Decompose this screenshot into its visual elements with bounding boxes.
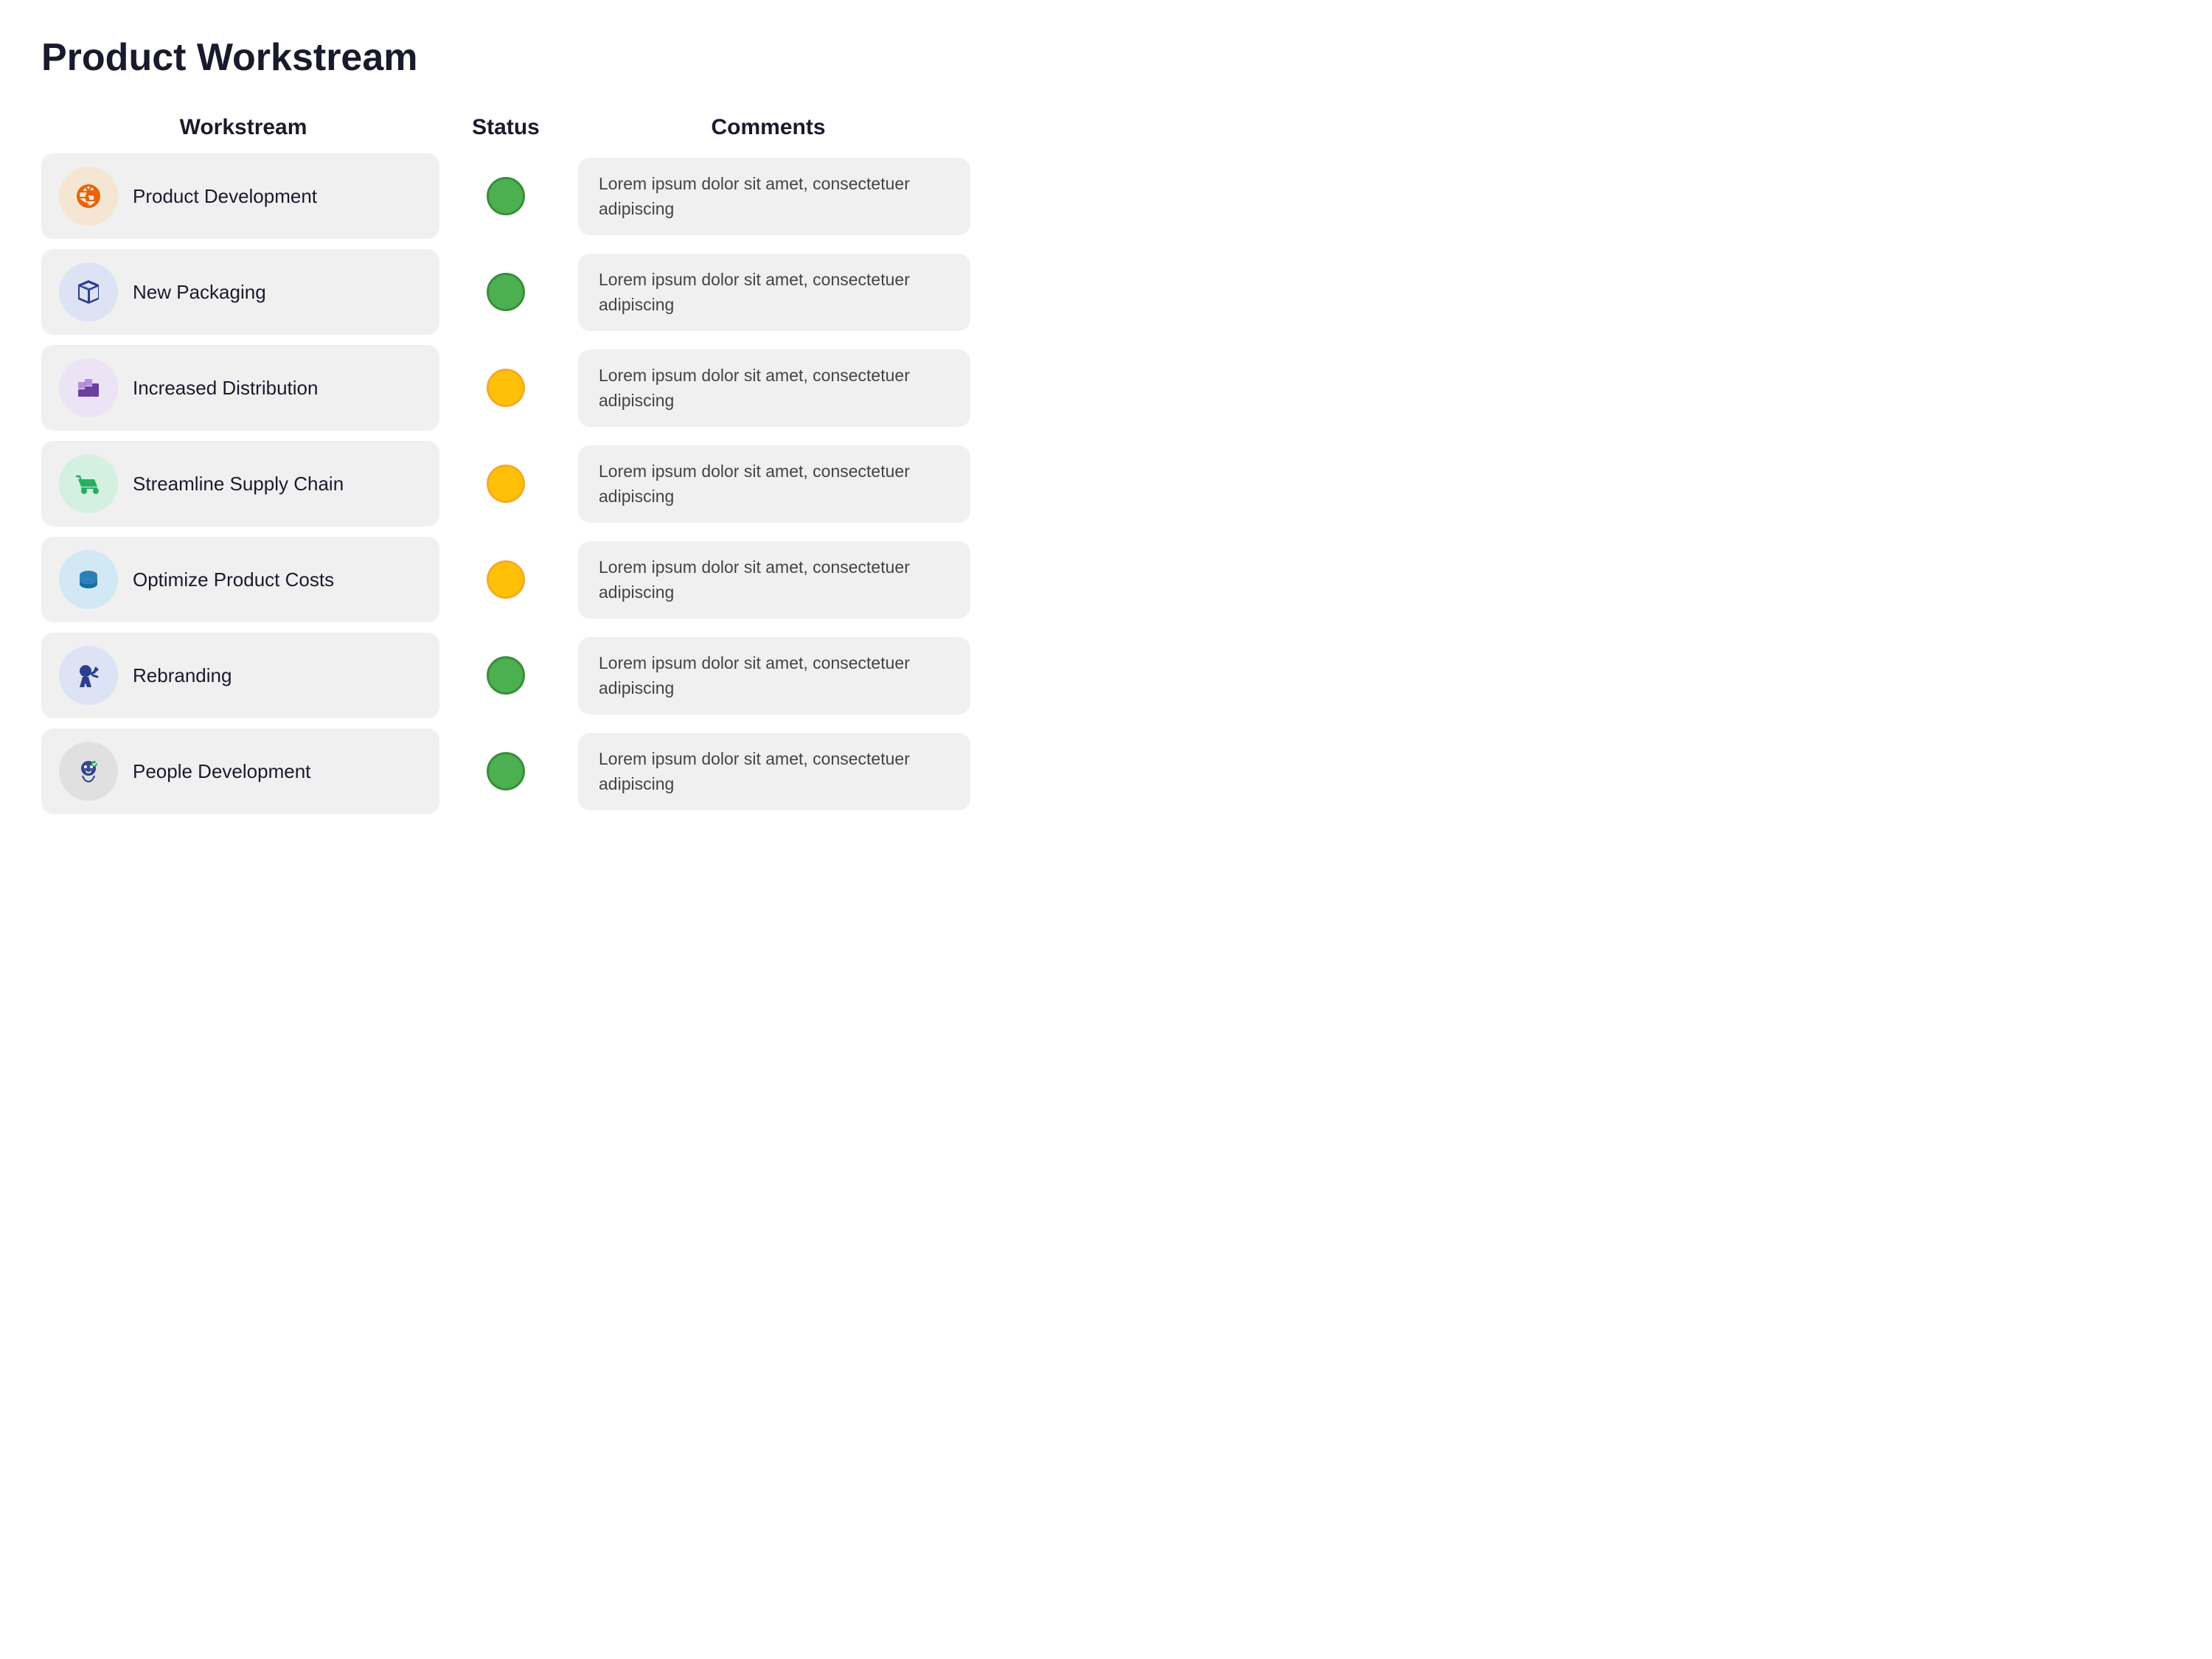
table-header: Workstream Status Comments <box>41 115 970 140</box>
workstream-cell-product-development: Product Development <box>41 153 439 239</box>
comments-text-product-development: Lorem ipsum dolor sit amet, consectetuer… <box>599 171 950 222</box>
comments-cell-streamline-supply-chain: Lorem ipsum dolor sit amet, consectetuer… <box>578 445 970 523</box>
comments-cell-optimize-product-costs: Lorem ipsum dolor sit amet, consectetuer… <box>578 541 970 619</box>
workstream-label-streamline-supply-chain: Streamline Supply Chain <box>133 473 344 495</box>
status-dot-streamline-supply-chain <box>487 465 525 503</box>
workstream-label-people-development: People Development <box>133 760 310 783</box>
table-row-increased-distribution: Increased Distribution Lorem ipsum dolor… <box>41 345 970 431</box>
table-row-streamline-supply-chain: Streamline Supply Chain Lorem ipsum dolo… <box>41 441 970 526</box>
table-row-new-packaging: New Packaging Lorem ipsum dolor sit amet… <box>41 249 970 335</box>
table-row-people-development: People Development Lorem ipsum dolor sit… <box>41 728 970 814</box>
icon-rebranding <box>59 646 118 705</box>
workstream-cell-people-development: People Development <box>41 728 439 814</box>
workstream-label-rebranding: Rebranding <box>133 664 232 687</box>
table-row-optimize-product-costs: Optimize Product Costs Lorem ipsum dolor… <box>41 537 970 622</box>
header-workstream: Workstream <box>47 115 439 140</box>
icon-streamline-supply-chain <box>59 454 118 513</box>
workstream-label-optimize-product-costs: Optimize Product Costs <box>133 568 334 591</box>
icon-increased-distribution <box>59 358 118 417</box>
status-cell-streamline-supply-chain <box>439 465 572 503</box>
table-body: Product Development Lorem ipsum dolor si… <box>41 153 970 814</box>
page-title: Product Workstream <box>41 35 2171 80</box>
comments-cell-people-development: Lorem ipsum dolor sit amet, consectetuer… <box>578 733 970 810</box>
status-dot-optimize-product-costs <box>487 560 525 599</box>
status-cell-product-development <box>439 177 572 215</box>
comments-cell-new-packaging: Lorem ipsum dolor sit amet, consectetuer… <box>578 254 970 331</box>
comments-text-optimize-product-costs: Lorem ipsum dolor sit amet, consectetuer… <box>599 554 950 605</box>
icon-optimize-product-costs <box>59 550 118 609</box>
table-row-rebranding: Rebranding Lorem ipsum dolor sit amet, c… <box>41 633 970 718</box>
workstream-label-new-packaging: New Packaging <box>133 281 266 304</box>
header-comments: Comments <box>572 115 964 140</box>
workstream-cell-new-packaging: New Packaging <box>41 249 439 335</box>
comments-text-streamline-supply-chain: Lorem ipsum dolor sit amet, consectetuer… <box>599 459 950 509</box>
comments-text-increased-distribution: Lorem ipsum dolor sit amet, consectetuer… <box>599 363 950 414</box>
comments-cell-rebranding: Lorem ipsum dolor sit amet, consectetuer… <box>578 637 970 714</box>
workstream-cell-increased-distribution: Increased Distribution <box>41 345 439 431</box>
icon-people-development <box>59 742 118 801</box>
status-cell-people-development <box>439 752 572 790</box>
comments-text-people-development: Lorem ipsum dolor sit amet, consectetuer… <box>599 746 950 797</box>
status-cell-rebranding <box>439 656 572 695</box>
comments-cell-product-development: Lorem ipsum dolor sit amet, consectetuer… <box>578 158 970 235</box>
status-dot-rebranding <box>487 656 525 695</box>
workstream-label-product-development: Product Development <box>133 185 317 208</box>
workstream-cell-optimize-product-costs: Optimize Product Costs <box>41 537 439 622</box>
status-cell-new-packaging <box>439 273 572 311</box>
workstream-cell-rebranding: Rebranding <box>41 633 439 718</box>
workstream-label-increased-distribution: Increased Distribution <box>133 377 318 400</box>
header-status: Status <box>439 115 572 140</box>
status-dot-new-packaging <box>487 273 525 311</box>
workstream-cell-streamline-supply-chain: Streamline Supply Chain <box>41 441 439 526</box>
comments-text-rebranding: Lorem ipsum dolor sit amet, consectetuer… <box>599 650 950 701</box>
icon-new-packaging <box>59 262 118 321</box>
status-cell-optimize-product-costs <box>439 560 572 599</box>
status-cell-increased-distribution <box>439 369 572 407</box>
status-dot-people-development <box>487 752 525 790</box>
status-dot-product-development <box>487 177 525 215</box>
workstream-table: Workstream Status Comments Product Devel… <box>41 115 970 814</box>
comments-text-new-packaging: Lorem ipsum dolor sit amet, consectetuer… <box>599 267 950 318</box>
comments-cell-increased-distribution: Lorem ipsum dolor sit amet, consectetuer… <box>578 349 970 427</box>
icon-product-development <box>59 167 118 226</box>
status-dot-increased-distribution <box>487 369 525 407</box>
table-row-product-development: Product Development Lorem ipsum dolor si… <box>41 153 970 239</box>
